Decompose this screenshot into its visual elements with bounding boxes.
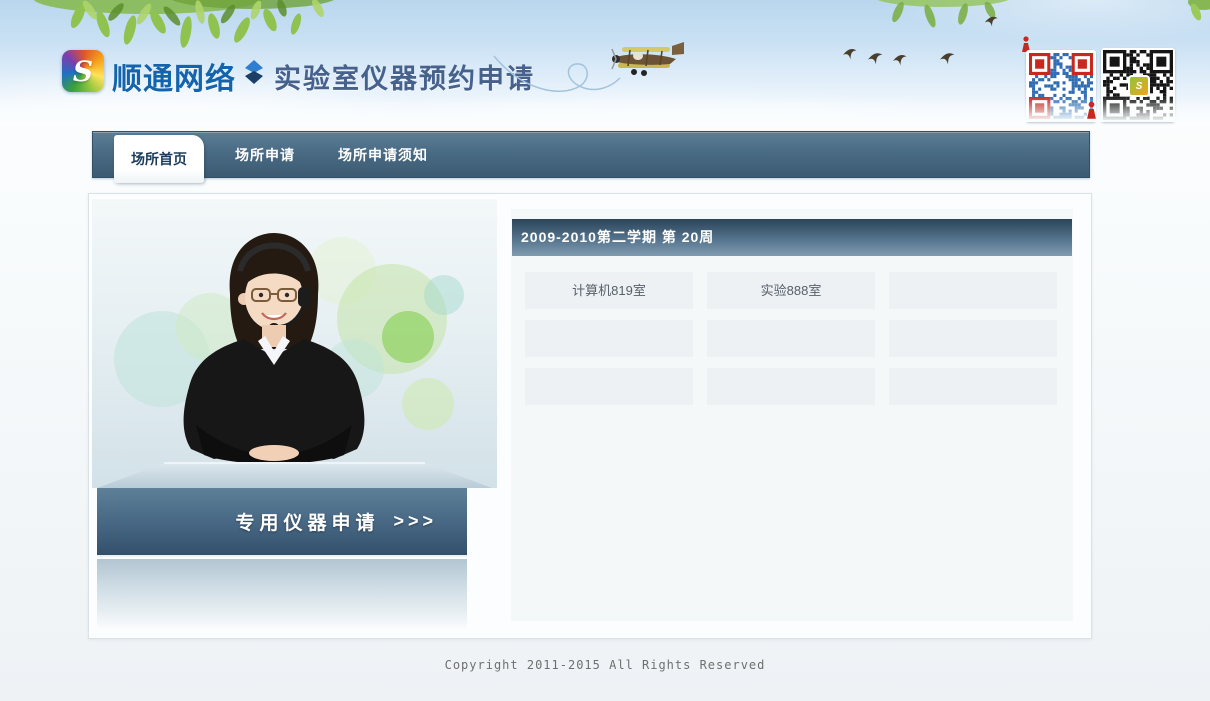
content-area: 专用仪器申请 >>> 2009-2010第二学期 第 20周 计算机819室 实… bbox=[88, 193, 1092, 639]
biplane-icon bbox=[611, 42, 684, 76]
schedule-title-bar: 2009-2010第二学期 第 20周 bbox=[512, 219, 1072, 256]
person-marker-icon bbox=[1087, 101, 1096, 119]
room-cell-empty bbox=[525, 320, 693, 357]
schedule-title: 2009-2010第二学期 第 20周 bbox=[521, 229, 715, 245]
special-instrument-apply-banner[interactable]: 专用仪器申请 >>> bbox=[97, 488, 467, 557]
room-cell-empty bbox=[889, 272, 1057, 309]
service-agent-illustration bbox=[97, 233, 492, 488]
corner-leaf-icon bbox=[1188, 0, 1210, 21]
room-cell-empty bbox=[707, 320, 875, 357]
room-cell-empty bbox=[707, 368, 875, 405]
diamond-separator-icon bbox=[245, 60, 263, 84]
schedule-panel: 2009-2010第二学期 第 20周 计算机819室 实验888室 bbox=[511, 209, 1073, 621]
qr-center-logo-icon: S bbox=[1128, 75, 1150, 97]
banner-label: 专用仪器申请 bbox=[235, 513, 380, 534]
banner-arrows-icon: >>> bbox=[393, 511, 437, 531]
room-cell[interactable]: 计算机819室 bbox=[525, 272, 693, 309]
service-agent-photo bbox=[92, 197, 497, 488]
main-nav: 场所首页 场所申请 场所申请须知 bbox=[92, 131, 1090, 183]
banner-reflection bbox=[97, 559, 467, 630]
leaves-left-icon bbox=[33, 0, 334, 48]
footer-copyright: Copyright 2011-2015 All Rights Reserved bbox=[444, 658, 766, 672]
tab-venue-apply[interactable]: 场所申请 bbox=[229, 132, 301, 178]
brand-name[interactable]: 顺通网络 bbox=[112, 54, 236, 98]
room-cell-empty bbox=[889, 368, 1057, 405]
brand-logo-letter: S bbox=[72, 54, 94, 88]
tab-venue-apply-notice[interactable]: 场所申请须知 bbox=[333, 132, 433, 178]
brand-logo[interactable]: S bbox=[62, 50, 104, 92]
header-fade bbox=[0, 96, 1210, 122]
tab-label: 场所首页 bbox=[131, 151, 187, 167]
swirl-line-decoration bbox=[493, 55, 621, 92]
room-cell[interactable]: 实验888室 bbox=[707, 272, 875, 309]
flying-birds-icon bbox=[843, 16, 998, 66]
room-cell-empty bbox=[525, 368, 693, 405]
promo-panel: 专用仪器申请 >>> bbox=[92, 197, 497, 630]
room-cell-empty bbox=[889, 320, 1057, 357]
page: S 顺通网络 实验室仪器预约申请 S 场所首页 场所申请 场所申请须知 专用仪器… bbox=[0, 0, 1210, 701]
tab-venue-home[interactable]: 场所首页 bbox=[114, 135, 204, 183]
